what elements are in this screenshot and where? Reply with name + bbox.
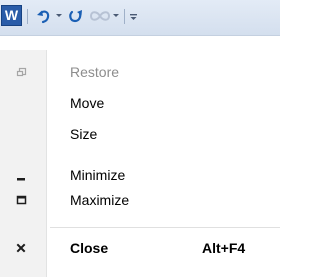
- word-app-icon[interactable]: W: [1, 5, 22, 26]
- undo-icon: [37, 10, 50, 24]
- menu-item-close[interactable]: Close Alt+F4: [0, 233, 280, 263]
- redo-icon: [69, 10, 82, 23]
- menu-item-label: Close: [70, 240, 109, 256]
- customize-quick-access-icon: [130, 14, 137, 20]
- quick-access-toolbar: W: [0, 0, 280, 36]
- menu-item-label: Size: [70, 126, 98, 142]
- menu-separator: [50, 227, 280, 228]
- menu-item-move[interactable]: Move: [0, 88, 280, 118]
- undo-button[interactable]: [34, 6, 54, 26]
- undo-dropdown-arrow-icon[interactable]: [56, 14, 62, 17]
- menu-item-label: Move: [70, 95, 105, 111]
- toolbar-separator: [27, 9, 28, 24]
- toolbar-separator: [124, 9, 125, 24]
- menu-item-restore[interactable]: Restore: [0, 57, 280, 87]
- close-icon: [0, 233, 46, 263]
- menu-item-label: Maximize: [70, 192, 130, 208]
- maximize-icon: [0, 185, 46, 215]
- redo-button[interactable]: [67, 6, 85, 26]
- restore-icon: [0, 57, 46, 87]
- repeat-button[interactable]: [88, 6, 112, 26]
- repeat-icon: [89, 11, 111, 21]
- customize-quick-access-button[interactable]: [128, 6, 140, 26]
- menu-item-label: Restore: [70, 64, 120, 80]
- menu-item-shortcut: Alt+F4: [202, 240, 246, 256]
- repeat-dropdown-arrow-icon[interactable]: [113, 14, 119, 17]
- system-menu: Restore Move Size Minimize Maximize Clos…: [0, 50, 280, 277]
- menu-item-maximize[interactable]: Maximize: [0, 185, 280, 215]
- menu-item-size[interactable]: Size: [0, 119, 280, 149]
